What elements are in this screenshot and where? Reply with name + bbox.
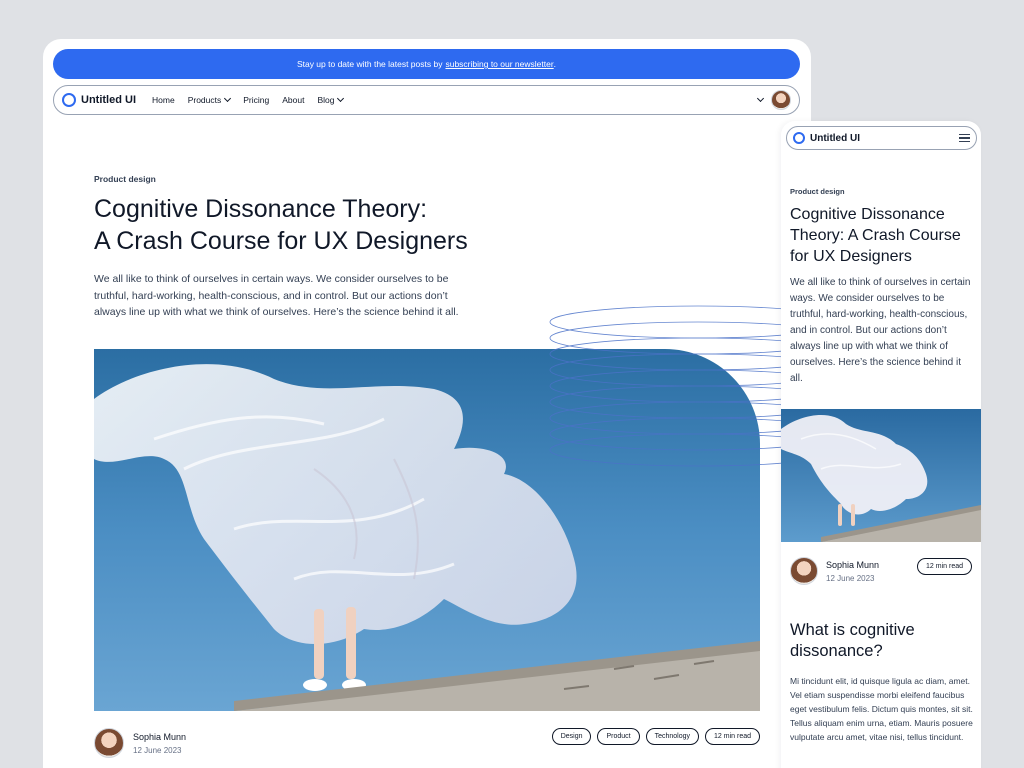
author-name: Sophia Munn [133,731,187,742]
author-block: Sophia Munn 12 June 2023 [94,728,186,758]
mobile-article-header: Product design Cognitive Dissonance Theo… [790,187,974,387]
banner-suffix: . [553,59,557,69]
publish-date: 12 June 2023 [133,745,182,755]
chevron-down-icon[interactable] [756,94,765,103]
decorative-rings [549,305,811,467]
article-title: Cognitive Dissonance Theory: A Crash Cou… [790,206,961,265]
nav-links: Home Products Pricing About Blog [152,94,345,105]
nav-item-label: About [282,95,305,105]
section-body: Mi tincidunt elit, id quisque ligula ac … [790,676,973,742]
hero-image-illustration [781,414,981,542]
nav-item-home[interactable]: Home [152,95,175,105]
mobile-logo[interactable]: Untitled UI [793,132,860,144]
author-name: Sophia Munn [826,559,880,570]
author-avatar [790,557,818,585]
tag-list: Design Product Technology 12 min read [551,728,760,745]
mobile-hero-image [781,409,981,542]
article-category: Product design [94,174,156,184]
tag-design[interactable]: Design [551,728,592,745]
tag-technology[interactable]: Technology [645,728,700,745]
article-header: Product design Cognitive Dissonance Theo… [94,174,554,321]
nav-item-label: Pricing [243,95,270,105]
nav-item-about[interactable]: About [282,95,304,105]
article-title: Cognitive Dissonance Theory: A Crash Cou… [94,193,554,257]
newsletter-link[interactable]: subscribing to our newsletter [445,59,553,69]
nav-item-label: Blog [317,95,335,105]
hamburger-icon[interactable] [959,133,970,143]
mobile-frame: Untitled UI Product design Cognitive Dis… [781,121,981,768]
publish-date: 12 June 2023 [826,573,875,583]
account-menu[interactable] [756,90,791,110]
chevron-down-icon [337,94,345,103]
nav-item-label: Products [187,95,222,105]
nav-item-pricing[interactable]: Pricing [243,95,269,105]
read-time-badge: 12 min read [917,558,972,575]
mobile-author-block: Sophia Munn 12 June 2023 [790,557,879,585]
author-avatar [94,728,124,758]
article-category: Product design [790,187,845,196]
desktop-frame: Stay up to date with the latest posts by… [43,39,811,768]
mobile-navbar: Untitled UI [786,126,977,150]
logo[interactable]: Untitled UI [62,93,136,107]
nav-item-products[interactable]: Products [187,94,232,105]
avatar[interactable] [771,90,791,110]
banner-text: Stay up to date with the latest posts by [296,59,443,69]
newsletter-banner: Stay up to date with the latest posts by… [53,49,800,79]
logo-mark-icon [793,132,805,144]
brand-name: Untitled UI [810,132,860,144]
logo-mark-icon [62,93,76,107]
article-title-line-2: A Crash Course for UX Designers [94,227,468,255]
article-description: We all like to think of ourselves in cer… [790,277,971,384]
tag-product[interactable]: Product [597,728,640,745]
brand-name: Untitled UI [81,94,136,106]
chevron-down-icon [224,94,232,103]
nav-item-label: Home [152,95,175,105]
article-description: We all like to think of ourselves in cer… [94,273,459,318]
main-navbar: Untitled UI Home Products Pricing About … [53,85,800,115]
read-time-badge: 12 min read [705,728,760,745]
nav-item-blog[interactable]: Blog [317,94,345,105]
article-title-line-1: Cognitive Dissonance Theory: [94,195,428,223]
section-heading: What is cognitive dissonance? [790,621,915,660]
